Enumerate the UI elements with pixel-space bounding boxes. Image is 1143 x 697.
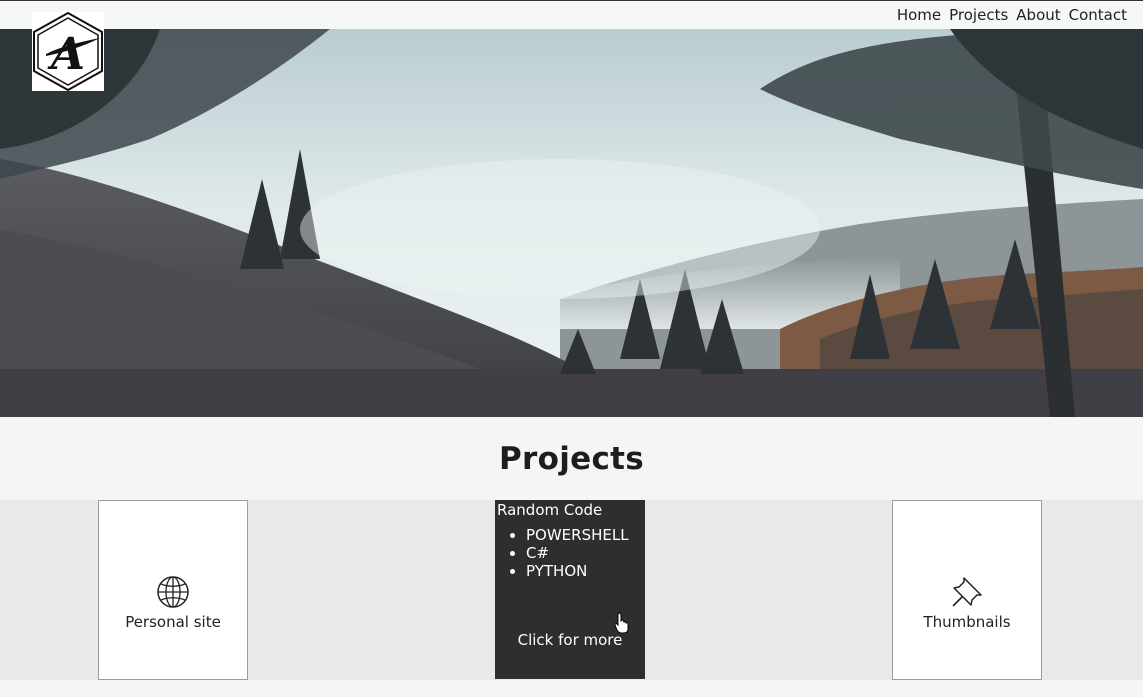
main-nav: Home Projects About Contact: [897, 6, 1127, 24]
globe-icon: [157, 576, 189, 608]
thumbnails-card[interactable]: Thumbnails: [892, 500, 1042, 680]
nav-home-link[interactable]: Home: [897, 6, 941, 24]
project-cards: Personal site Random Code POWERSHELL C# …: [0, 500, 1143, 680]
languages-list: POWERSHELL C# PYTHON: [495, 526, 629, 580]
page: Home Projects About Contact A Projects P…: [0, 0, 1143, 697]
nav-about-link[interactable]: About: [1016, 6, 1060, 24]
random-code-card[interactable]: Random Code POWERSHELL C# PYTHON Click f…: [495, 500, 645, 679]
list-item: C#: [526, 544, 629, 562]
pushpin-icon: [952, 577, 982, 607]
logo-hexagon-icon: A: [33, 11, 103, 92]
list-item: PYTHON: [526, 562, 629, 580]
nav-projects-link[interactable]: Projects: [949, 6, 1008, 24]
hero-image: [0, 29, 1143, 417]
random-code-title: Random Code: [497, 501, 603, 519]
list-item: POWERSHELL: [526, 526, 629, 544]
nav-contact-link[interactable]: Contact: [1069, 6, 1127, 24]
personal-site-card[interactable]: Personal site: [98, 500, 248, 680]
personal-site-label: Personal site: [125, 613, 221, 631]
click-for-more-link[interactable]: Click for more: [495, 631, 645, 649]
site-logo[interactable]: A: [32, 11, 104, 92]
top-navbar: Home Projects About Contact: [0, 0, 1143, 29]
projects-header: Projects: [0, 417, 1143, 500]
footer-strip: [0, 680, 1143, 697]
page-title: Projects: [498, 440, 644, 477]
thumbnails-label: Thumbnails: [923, 613, 1011, 631]
forest-mountain-photo: [0, 29, 1143, 417]
